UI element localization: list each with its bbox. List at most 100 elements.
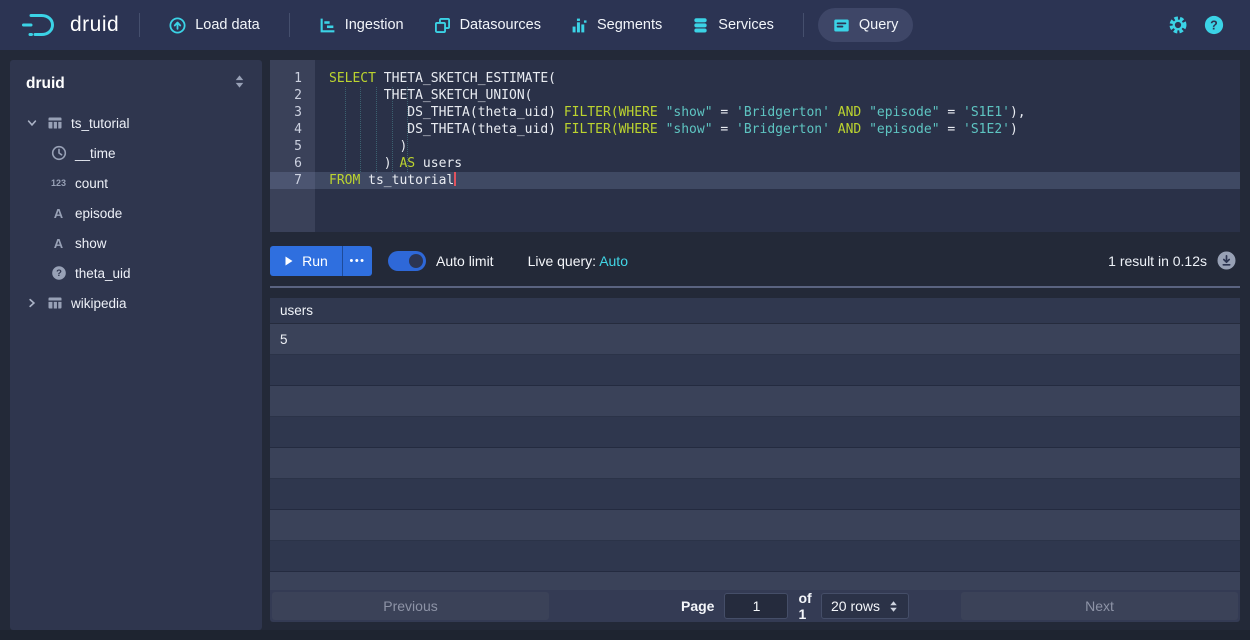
page-size-value: 20 rows: [831, 598, 880, 614]
table-row-empty: [270, 572, 1240, 590]
tree-label: count: [75, 176, 108, 191]
text-cursor: [454, 172, 456, 186]
sort-icon[interactable]: [233, 74, 246, 94]
tree-item-ts-tutorial[interactable]: ts_tutorial: [26, 108, 246, 138]
chevron-down-icon[interactable]: [26, 117, 38, 129]
tree-item-wikipedia[interactable]: wikipedia: [26, 288, 246, 318]
tree-label: theta_uid: [75, 266, 131, 281]
line-number: 6: [270, 155, 315, 172]
previous-page-button[interactable]: Previous: [272, 592, 549, 620]
upload-circle-icon: [169, 17, 186, 34]
line-number: 4: [270, 121, 315, 138]
schema-tree: ts_tutorial __time 123 count A episode A…: [26, 108, 246, 318]
code-line[interactable]: 1 SELECT THETA_SKETCH_ESTIMATE(: [270, 70, 1240, 87]
top-navbar: druid Load data Ingestion Datasources Se…: [0, 0, 1250, 50]
page-size-select[interactable]: 20 rows: [821, 593, 909, 619]
clock-icon: [50, 145, 67, 162]
table-row-empty: [270, 448, 1240, 479]
chevron-right-icon[interactable]: [26, 297, 38, 309]
table-row-empty: [270, 355, 1240, 386]
schema-sidebar: druid ts_tutorial __time 123 count A epi…: [10, 60, 262, 630]
svg-text:?: ?: [56, 268, 62, 279]
tree-label: show: [75, 236, 107, 251]
numeric-type-icon: 123: [50, 175, 67, 192]
nav-label: Ingestion: [345, 17, 404, 33]
nav-item-ingestion[interactable]: Ingestion: [304, 0, 419, 50]
table-row-empty: [270, 541, 1240, 572]
nav-item-query[interactable]: Query: [818, 8, 914, 42]
results-table: users 5: [270, 298, 1240, 590]
nav-item-services[interactable]: Services: [677, 0, 789, 50]
download-icon[interactable]: [1217, 251, 1236, 270]
code-line-active[interactable]: 7 FROM ts_tutorial: [270, 172, 1240, 189]
run-more-button[interactable]: •••: [342, 246, 372, 276]
live-query-value[interactable]: Auto: [599, 253, 628, 269]
nav-label: Segments: [597, 17, 662, 33]
code-line[interactable]: 3 DS_THETA(theta_uid) FILTER(WHERE "show…: [270, 104, 1240, 121]
table-row[interactable]: 5: [270, 324, 1240, 355]
tree-item-theta-uid[interactable]: ? theta_uid: [26, 258, 246, 288]
nav-label: Query: [859, 17, 899, 33]
tree-item-time[interactable]: __time: [26, 138, 246, 168]
druid-brand[interactable]: druid: [14, 11, 125, 39]
gear-icon[interactable]: [1168, 15, 1188, 35]
code-line[interactable]: 4 DS_THETA(theta_uid) FILTER(WHERE "show…: [270, 121, 1240, 138]
page-number-input[interactable]: [724, 593, 788, 619]
nav-item-load-data[interactable]: Load data: [154, 0, 275, 50]
tree-item-show[interactable]: A show: [26, 228, 246, 258]
tree-item-episode[interactable]: A episode: [26, 198, 246, 228]
tree-label: episode: [75, 206, 122, 221]
nav-item-datasources[interactable]: Datasources: [419, 0, 556, 50]
bottom-edge: [0, 630, 1250, 640]
brand-name: druid: [70, 13, 119, 37]
auto-limit-toggle[interactable]: [388, 251, 426, 271]
run-toolbar: Run ••• Auto limit Live query: Auto 1 re…: [270, 244, 1240, 277]
sql-editor[interactable]: 1 SELECT THETA_SKETCH_ESTIMATE( 2 THETA_…: [270, 60, 1240, 232]
datasources-icon: [434, 17, 451, 34]
services-icon: [692, 17, 709, 34]
nav-label: Services: [718, 17, 774, 33]
unknown-type-icon: ?: [50, 265, 67, 282]
line-number: 5: [270, 138, 315, 155]
panel-divider[interactable]: [270, 286, 1240, 288]
live-query-label: Live query: Auto: [528, 253, 628, 269]
code-line[interactable]: 5 ): [270, 138, 1240, 155]
table-row-empty: [270, 479, 1240, 510]
string-type-icon: A: [50, 205, 67, 222]
tree-item-count[interactable]: 123 count: [26, 168, 246, 198]
navbar-separator: [139, 13, 140, 37]
tree-label: __time: [75, 146, 116, 161]
code-line[interactable]: 2 THETA_SKETCH_UNION(: [270, 87, 1240, 104]
table-row-empty: [270, 386, 1240, 417]
line-number: 3: [270, 104, 315, 121]
druid-logo-icon: [20, 11, 60, 39]
pagination-bar: Previous Page of 1 20 rows Next: [270, 590, 1240, 622]
nav-item-segments[interactable]: Segments: [556, 0, 677, 50]
page-count-label: of 1: [798, 590, 821, 622]
table-icon: [46, 115, 63, 132]
column-header-users[interactable]: users: [270, 298, 1240, 324]
next-page-button[interactable]: Next: [961, 592, 1238, 620]
auto-limit-label: Auto limit: [436, 253, 494, 269]
tree-label: ts_tutorial: [71, 116, 130, 131]
table-row-empty: [270, 417, 1240, 448]
caret-double-icon: [888, 600, 899, 613]
tree-label: wikipedia: [71, 296, 127, 311]
help-icon[interactable]: ?: [1204, 15, 1224, 35]
code-line[interactable]: 6 ) AS users: [270, 155, 1240, 172]
ingestion-icon: [319, 17, 336, 34]
svg-text:?: ?: [1210, 18, 1218, 32]
line-number: 2: [270, 87, 315, 104]
nav-label: Load data: [195, 17, 260, 33]
segments-icon: [571, 17, 588, 34]
schema-name: druid: [26, 75, 65, 93]
run-button[interactable]: Run: [270, 246, 342, 276]
table-icon: [46, 295, 63, 312]
cell-users: 5: [280, 332, 288, 347]
toggle-knob: [409, 254, 423, 268]
page-label: Page: [681, 598, 714, 614]
line-number: 1: [270, 70, 315, 87]
query-icon: [833, 17, 850, 34]
navbar-separator: [289, 13, 290, 37]
result-summary: 1 result in 0.12s: [1108, 253, 1207, 269]
